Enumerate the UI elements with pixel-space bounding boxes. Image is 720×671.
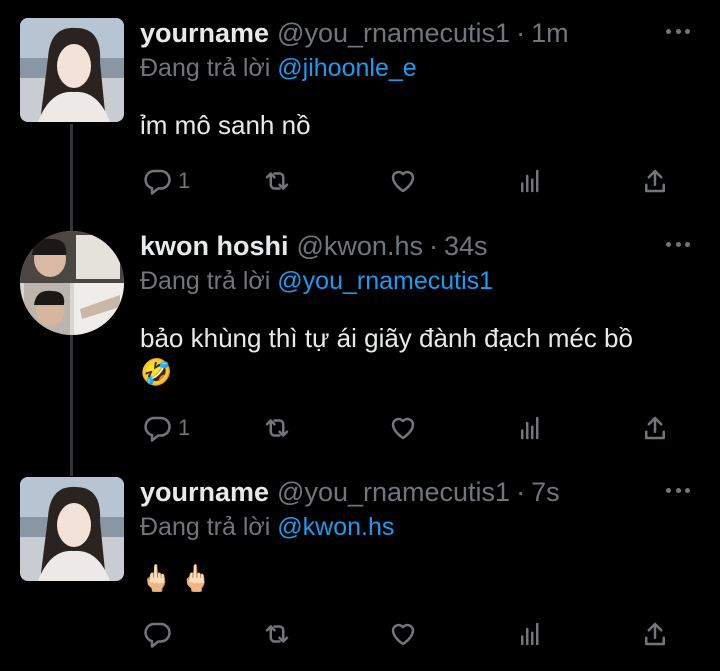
reply-count: 1 bbox=[178, 168, 191, 193]
views-icon bbox=[521, 622, 539, 646]
views-button[interactable] bbox=[516, 164, 546, 198]
tweet-text-emoji: 🤣 bbox=[140, 357, 173, 387]
display-name[interactable]: kwon hoshi bbox=[140, 231, 289, 262]
avatar-photo bbox=[20, 18, 124, 122]
tweet-header: kwon hoshi @kwon.hs · 34s bbox=[140, 231, 488, 265]
more-icon[interactable] bbox=[666, 26, 690, 36]
reply-button[interactable]: 1 bbox=[142, 164, 190, 198]
action-bar: 1 bbox=[140, 411, 680, 445]
tweet-1[interactable]: yourname @you_rnamecutis1 · 1m Đang trả … bbox=[0, 18, 720, 218]
tweet-3[interactable]: yourname @you_rnamecutis1 · 7s Đang trả … bbox=[0, 477, 720, 671]
views-button[interactable] bbox=[516, 617, 546, 651]
replying-to: Đang trả lời @kwon.hs bbox=[140, 513, 394, 542]
reply-count: 1 bbox=[178, 415, 191, 440]
timestamp[interactable]: 7s bbox=[531, 477, 560, 508]
mention-link[interactable]: @kwon.hs bbox=[277, 513, 394, 541]
views-button[interactable] bbox=[516, 411, 546, 445]
replying-prefix: Đang trả lời bbox=[140, 513, 278, 541]
share-button[interactable] bbox=[640, 617, 670, 651]
tweet-header: yourname @you_rnamecutis1 · 1m bbox=[140, 18, 569, 52]
views-icon bbox=[521, 416, 539, 440]
display-name[interactable]: yourname bbox=[140, 18, 269, 49]
tweet-header: yourname @you_rnamecutis1 · 7s bbox=[140, 477, 560, 511]
replying-prefix: Đang trả lời bbox=[140, 54, 278, 82]
user-handle[interactable]: @you_rnamecutis1 bbox=[277, 18, 510, 49]
retweet-icon bbox=[265, 172, 289, 190]
share-button[interactable] bbox=[640, 411, 670, 445]
more-icon[interactable] bbox=[666, 485, 690, 495]
more-icon[interactable] bbox=[666, 239, 690, 249]
like-button[interactable] bbox=[388, 617, 418, 651]
views-icon bbox=[521, 169, 539, 193]
retweet-icon bbox=[265, 625, 289, 643]
mention-link[interactable]: @jihoonle_e bbox=[277, 54, 416, 82]
timestamp[interactable]: 34s bbox=[444, 231, 488, 262]
action-bar bbox=[140, 617, 680, 651]
display-name[interactable]: yourname bbox=[140, 477, 269, 508]
retweet-icon bbox=[265, 419, 289, 437]
tweet-text: ỉm mô sanh nồ bbox=[140, 110, 311, 140]
timestamp[interactable]: 1m bbox=[531, 18, 569, 49]
avatar-photo bbox=[20, 231, 124, 335]
share-icon bbox=[645, 416, 665, 440]
like-icon bbox=[391, 623, 415, 646]
like-button[interactable] bbox=[388, 411, 418, 445]
tweet-text: bảo khùng thì tự ái giãy đành đạch méc b… bbox=[140, 323, 633, 353]
reply-button[interactable] bbox=[142, 617, 178, 651]
reply-icon bbox=[144, 416, 171, 442]
reply-icon bbox=[144, 169, 171, 195]
separator-dot: · bbox=[516, 477, 526, 507]
retweet-button[interactable] bbox=[262, 617, 292, 651]
share-icon bbox=[645, 622, 665, 646]
retweet-button[interactable] bbox=[262, 164, 292, 198]
retweet-button[interactable] bbox=[262, 411, 292, 445]
user-handle[interactable]: @you_rnamecutis1 bbox=[277, 477, 510, 508]
like-icon bbox=[391, 170, 415, 193]
share-button[interactable] bbox=[640, 164, 670, 198]
replying-prefix: Đang trả lời bbox=[140, 267, 278, 295]
tweet-text: 🖕🏻 🖕🏻 bbox=[140, 563, 212, 593]
share-icon bbox=[645, 169, 665, 193]
avatar-photo bbox=[20, 477, 124, 581]
avatar[interactable] bbox=[20, 477, 124, 581]
avatar[interactable] bbox=[20, 231, 124, 335]
user-handle[interactable]: @kwon.hs bbox=[297, 231, 423, 262]
tweet-2[interactable]: kwon hoshi @kwon.hs · 34s Đang trả lời @… bbox=[0, 231, 720, 461]
separator-dot: · bbox=[516, 18, 526, 48]
reply-button[interactable]: 1 bbox=[142, 411, 190, 445]
like-button[interactable] bbox=[388, 164, 418, 198]
reply-icon bbox=[144, 622, 171, 648]
action-bar: 1 bbox=[140, 164, 680, 198]
replying-to: Đang trả lời @jihoonle_e bbox=[140, 54, 417, 83]
mention-link[interactable]: @you_rnamecutis1 bbox=[277, 267, 493, 295]
like-icon bbox=[391, 417, 415, 440]
separator-dot: · bbox=[428, 231, 438, 261]
replying-to: Đang trả lời @you_rnamecutis1 bbox=[140, 267, 493, 296]
avatar[interactable] bbox=[20, 18, 124, 122]
